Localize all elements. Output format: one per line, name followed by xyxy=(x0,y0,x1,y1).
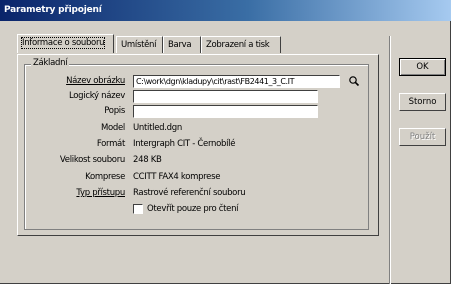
model-value: Untitled.dgn xyxy=(133,123,182,133)
compression-row: Komprese CCITT FAX4 komprese xyxy=(25,171,370,184)
model-row: Model Untitled.dgn xyxy=(25,122,370,135)
ok-button[interactable]: OK xyxy=(399,58,446,76)
name-label: Název obrázku xyxy=(66,76,125,86)
size-value: 248 KB xyxy=(133,155,162,165)
tab-display-print[interactable]: Zobrazení a tisk xyxy=(201,36,281,53)
logical-label: Logický název xyxy=(69,91,125,101)
compression-value: CCITT FAX4 komprese xyxy=(133,172,221,182)
desc-row: Popis xyxy=(25,105,370,118)
access-value: Rastrové referenční souboru xyxy=(133,188,246,198)
model-label: Model xyxy=(100,123,125,133)
group-title: Základní xyxy=(31,58,70,68)
size-label: Velikost souboru xyxy=(59,155,125,165)
divider xyxy=(389,36,390,284)
compression-label: Komprese xyxy=(85,172,125,182)
description-field[interactable] xyxy=(133,105,318,118)
window-title: Parametry připojení xyxy=(0,0,451,21)
readonly-label: Otevřít pouze pro čtení xyxy=(147,204,239,214)
tab-location[interactable]: Umístění xyxy=(116,36,163,53)
apply-button[interactable]: Použít xyxy=(399,128,446,146)
readonly-checkbox[interactable] xyxy=(133,204,143,214)
tab-file-info[interactable]: Informace o souboru xyxy=(17,34,114,53)
size-row: Velikost souboru 248 KB xyxy=(25,154,370,167)
desc-label: Popis xyxy=(104,106,125,116)
name-field[interactable]: C:\work\dgn\kladupy\cit\rast\FB2441_3_C.… xyxy=(133,75,340,88)
tab-panel: Základní Název obrázku C:\work\dgn\kladu… xyxy=(17,54,379,236)
logical-row: Logický název xyxy=(25,90,370,103)
logical-name-field[interactable] xyxy=(133,90,318,103)
name-row: Název obrázku C:\work\dgn\kladupy\cit\ra… xyxy=(25,75,370,88)
magnifier-icon[interactable] xyxy=(347,75,361,88)
tab-color[interactable]: Barva xyxy=(163,36,201,53)
cancel-button[interactable]: Storno xyxy=(399,93,446,111)
basic-group: Základní Název obrázku C:\work\dgn\kladu… xyxy=(24,58,370,230)
format-value: Intergraph CIT - Černobílé xyxy=(133,139,236,149)
format-row: Formát Intergraph CIT - Černobílé xyxy=(25,138,370,151)
readonly-row: Otevřít pouze pro čtení xyxy=(25,204,370,217)
attach-parameters-dialog: Parametry připojení Informace o souboru … xyxy=(0,0,451,284)
format-label: Formát xyxy=(96,139,125,149)
access-row: Typ přístupu Rastrové referenční souboru xyxy=(25,187,370,200)
access-label: Typ přístupu xyxy=(76,188,125,198)
